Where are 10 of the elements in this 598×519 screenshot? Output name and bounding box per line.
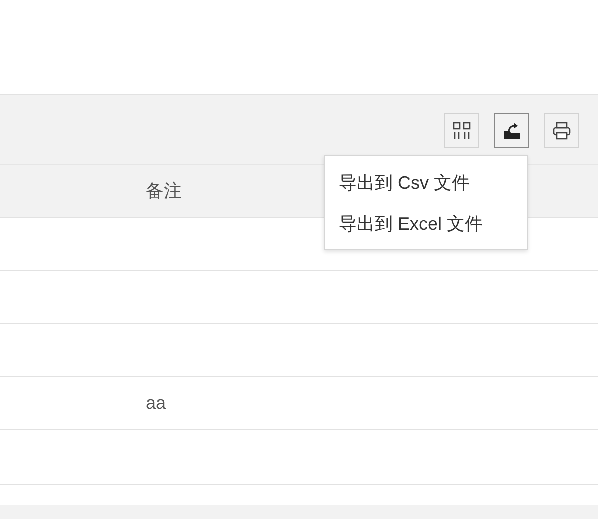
printer-button[interactable]	[544, 113, 579, 148]
columns-button[interactable]	[444, 113, 479, 148]
folder-arrow-icon	[502, 122, 520, 140]
menu-item[interactable]: 导出到 Csv 文件	[325, 163, 527, 204]
printer-icon	[552, 122, 570, 140]
columns-icon	[452, 122, 470, 140]
menu-item[interactable]: 导出到 Excel 文件	[325, 204, 527, 245]
folder-arrow-button[interactable]	[494, 113, 529, 148]
column-header: 备注	[146, 180, 182, 203]
table-cell: aa	[146, 392, 166, 414]
